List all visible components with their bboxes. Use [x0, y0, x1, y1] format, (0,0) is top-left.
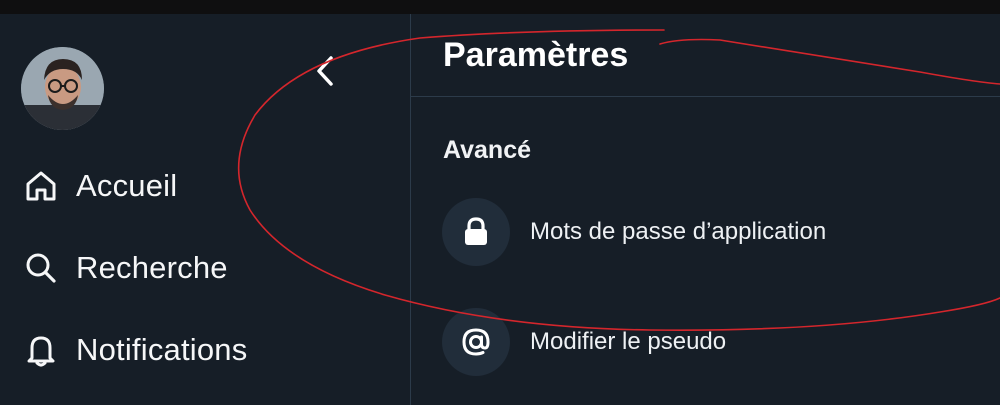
section-title: Avancé [443, 136, 532, 164]
chevron-left-icon [317, 56, 333, 86]
sidebar-item-accueil[interactable]: Accueil [24, 164, 177, 208]
avatar-photo [21, 47, 104, 130]
sidebar-item-recherche[interactable]: Recherche [24, 246, 228, 290]
search-icon [24, 251, 58, 285]
avatar[interactable] [21, 47, 104, 130]
sidebar-item-label: Recherche [76, 250, 228, 285]
lock-icon [442, 198, 510, 266]
header-divider [411, 96, 1000, 97]
back-button[interactable] [308, 52, 342, 90]
change-handle-label: Modifier le pseudo [530, 328, 727, 355]
settings-panel: Paramètres Avancé Mots de passe d’applic… [411, 14, 1000, 405]
app-passwords-label: Mots de passe d’application [530, 218, 827, 245]
change-handle-item[interactable]: Modifier le pseudo [442, 308, 982, 376]
sidebar-item-label: Notifications [76, 332, 248, 367]
at-icon [442, 308, 510, 376]
sidebar-item-notifications[interactable]: Notifications [24, 328, 247, 372]
bell-icon [24, 333, 58, 367]
home-icon [24, 169, 58, 203]
sidebar-item-label: Accueil [76, 168, 178, 203]
page-title: Paramètres [443, 36, 629, 74]
app-passwords-item[interactable]: Mots de passe d’application [442, 198, 982, 266]
top-bar [0, 0, 1000, 14]
